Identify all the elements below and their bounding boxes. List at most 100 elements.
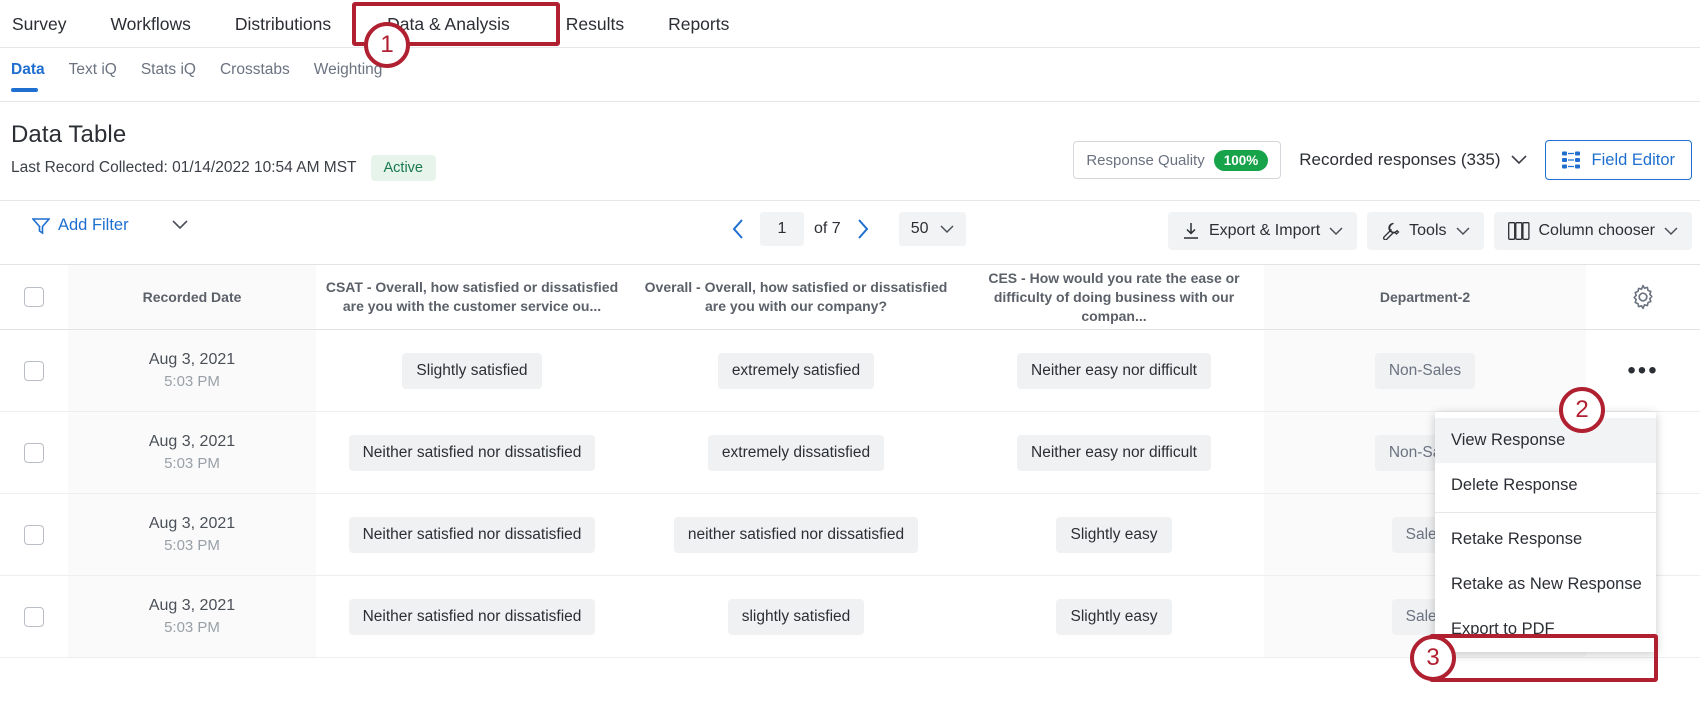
- cell-department: Non-Sales: [1264, 330, 1586, 411]
- subnav-item-stats-iq[interactable]: Stats iQ: [129, 56, 208, 84]
- cell-recorded-date: Aug 3, 2021 5:03 PM: [68, 576, 316, 657]
- menu-item-export-to-pdf[interactable]: Export to PDF: [1435, 607, 1656, 652]
- table-header-row: Recorded Date CSAT - Overall, how satisf…: [0, 265, 1700, 330]
- recorded-responses-dropdown[interactable]: Recorded responses (335): [1299, 150, 1526, 170]
- page-size-value: 50: [911, 220, 929, 238]
- select-all-cell: [0, 265, 68, 329]
- cell-recorded-date: Aug 3, 2021 5:03 PM: [68, 412, 316, 493]
- active-subnav-indicator: [11, 88, 38, 92]
- field-editor-button[interactable]: Field Editor: [1545, 140, 1692, 180]
- cell-ces: Slightly easy: [964, 494, 1264, 575]
- last-record-collected: Last Record Collected: 01/14/2022 10:54 …: [11, 159, 357, 177]
- column-header-overall[interactable]: Overall - Overall, how satisfied or diss…: [628, 265, 964, 329]
- row-actions-context-menu: View Response Delete Response Retake Res…: [1435, 412, 1656, 652]
- cell-recorded-date: Aug 3, 2021 5:03 PM: [68, 494, 316, 575]
- response-quality-indicator[interactable]: Response Quality 100%: [1073, 141, 1281, 179]
- cell-csat: Neither satisfied nor dissatisfied: [316, 576, 628, 657]
- field-editor-icon: [1562, 151, 1582, 169]
- previous-page-button[interactable]: [726, 215, 750, 243]
- table-toolbar: Add Filter of 7 50: [0, 204, 1700, 254]
- chevron-down-icon: [1456, 227, 1470, 236]
- subnav-divider: [0, 101, 1700, 102]
- next-page-button[interactable]: [851, 215, 875, 243]
- row-select-cell: [0, 494, 68, 575]
- chevron-down-icon: [940, 225, 954, 234]
- tools-label: Tools: [1409, 222, 1446, 240]
- cell-overall: extremely dissatisfied: [628, 412, 964, 493]
- cell-ces: Neither easy nor difficult: [964, 412, 1264, 493]
- subnav-item-data[interactable]: Data: [0, 56, 57, 84]
- column-chooser-label: Column chooser: [1539, 222, 1656, 240]
- pagination: of 7 50: [726, 212, 966, 246]
- page-subtitle-row: Last Record Collected: 01/14/2022 10:54 …: [11, 155, 436, 181]
- gear-icon[interactable]: [1630, 284, 1656, 310]
- nav-item-workflows[interactable]: Workflows: [88, 0, 212, 48]
- column-chooser-button[interactable]: Column chooser: [1494, 212, 1693, 250]
- row-select-cell: [0, 412, 68, 493]
- menu-divider: [1435, 512, 1656, 513]
- row-actions-cell: •••: [1586, 330, 1700, 411]
- subnav-item-text-iq[interactable]: Text iQ: [57, 56, 129, 84]
- cell-overall: slightly satisfied: [628, 576, 964, 657]
- nav-item-results[interactable]: Results: [544, 0, 646, 48]
- nav-item-distributions[interactable]: Distributions: [213, 0, 353, 48]
- select-all-checkbox[interactable]: [24, 287, 44, 307]
- annotation-step-1: 1: [364, 22, 410, 68]
- nav-item-survey[interactable]: Survey: [0, 0, 88, 48]
- nav-item-reports[interactable]: Reports: [646, 0, 751, 48]
- cell-recorded-date: Aug 3, 2021 5:03 PM: [68, 330, 316, 411]
- filter-icon: [32, 217, 50, 235]
- column-header-recorded-date[interactable]: Recorded Date: [68, 265, 316, 329]
- page-title: Data Table: [11, 121, 126, 149]
- cell-ces: Slightly easy: [964, 576, 1264, 657]
- wrench-icon: [1381, 222, 1400, 240]
- menu-item-retake-response[interactable]: Retake Response: [1435, 517, 1656, 562]
- chevron-down-icon: [1511, 155, 1527, 165]
- add-filter-label: Add Filter: [58, 216, 129, 235]
- status-badge: Active: [371, 155, 437, 181]
- recorded-responses-label: Recorded responses (335): [1299, 150, 1500, 170]
- row-actions-menu-button[interactable]: •••: [1627, 366, 1658, 376]
- toolbar-right-actions: Export & Import Tools: [1168, 212, 1692, 250]
- cell-csat: Slightly satisfied: [316, 330, 628, 411]
- nav-divider: [0, 47, 1700, 48]
- header-actions: Response Quality 100% Recorded responses…: [1073, 140, 1692, 180]
- response-quality-value: 100%: [1214, 150, 1269, 171]
- annotation-step-2: 2: [1559, 387, 1605, 433]
- menu-item-delete-response[interactable]: Delete Response: [1435, 463, 1656, 508]
- row-checkbox[interactable]: [24, 607, 44, 627]
- columns-icon: [1508, 222, 1530, 240]
- subnav-item-crosstabs[interactable]: Crosstabs: [208, 56, 302, 84]
- export-import-button[interactable]: Export & Import: [1168, 212, 1357, 250]
- page-total-label: of 7: [814, 220, 841, 238]
- column-header-department-2[interactable]: Department-2: [1264, 265, 1586, 329]
- chevron-down-icon: [1329, 227, 1343, 236]
- table-row[interactable]: Aug 3, 2021 5:03 PM Slightly satisfied e…: [0, 330, 1700, 412]
- add-filter-button[interactable]: Add Filter: [32, 216, 129, 235]
- filter-options-caret[interactable]: [172, 220, 188, 230]
- export-import-label: Export & Import: [1209, 222, 1320, 240]
- row-checkbox[interactable]: [24, 443, 44, 463]
- row-select-cell: [0, 576, 68, 657]
- cell-overall: extremely satisfied: [628, 330, 964, 411]
- cell-ces: Neither easy nor difficult: [964, 330, 1264, 411]
- field-editor-label: Field Editor: [1592, 151, 1675, 170]
- page-size-dropdown[interactable]: 50: [899, 212, 967, 246]
- column-header-csat[interactable]: CSAT - Overall, how satisfied or dissati…: [316, 265, 628, 329]
- cell-overall: neither satisfied nor dissatisfied: [628, 494, 964, 575]
- row-select-cell: [0, 330, 68, 411]
- menu-item-retake-as-new-response[interactable]: Retake as New Response: [1435, 562, 1656, 607]
- row-checkbox[interactable]: [24, 361, 44, 381]
- menu-item-view-response[interactable]: View Response: [1435, 418, 1656, 463]
- response-quality-label: Response Quality: [1086, 152, 1204, 169]
- page-number-input[interactable]: [760, 212, 804, 246]
- tools-button[interactable]: Tools: [1367, 212, 1483, 250]
- column-header-ces[interactable]: CES - How would you rate the ease or dif…: [964, 265, 1264, 329]
- primary-navigation: Survey Workflows Distributions Data & An…: [0, 0, 1700, 48]
- row-checkbox[interactable]: [24, 525, 44, 545]
- table-settings-cell: [1586, 265, 1700, 329]
- download-icon: [1182, 222, 1200, 240]
- toolbar-divider: [0, 200, 1700, 201]
- cell-csat: Neither satisfied nor dissatisfied: [316, 412, 628, 493]
- chevron-down-icon: [1664, 227, 1678, 236]
